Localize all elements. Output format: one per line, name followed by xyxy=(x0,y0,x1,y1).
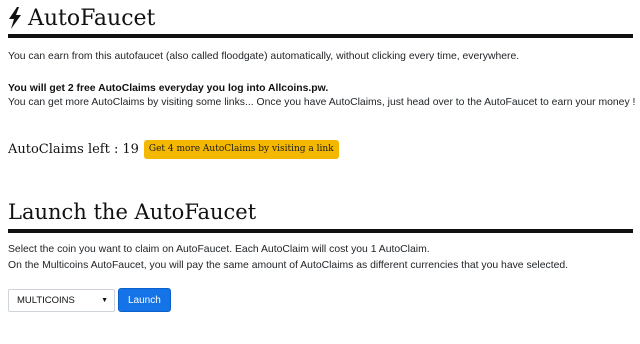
autoclaims-left-label: AutoClaims left : xyxy=(8,141,119,157)
section-divider xyxy=(8,229,633,233)
more-claims-text: You can get more AutoClaims by visiting … xyxy=(8,97,636,108)
instruction-text: Select the coin you want to claim on Aut… xyxy=(8,244,430,255)
coin-select[interactable]: MULTICOINS ▼ xyxy=(8,288,115,312)
autofaucet-heading: AutoFaucet xyxy=(8,2,155,34)
launch-button[interactable]: Launch xyxy=(118,288,171,312)
get-more-autoclaims-button[interactable]: Get 4 more AutoClaims by visiting a link xyxy=(143,139,339,159)
multicoins-note: On the Multicoins AutoFaucet, you will p… xyxy=(8,260,569,271)
page-title: AutoFaucet xyxy=(28,5,156,31)
launch-heading: Launch the AutoFaucet xyxy=(8,200,257,224)
bonus-text: You will get 2 free AutoClaims everyday … xyxy=(8,83,329,94)
section-divider xyxy=(8,34,633,38)
lightning-bolt-icon xyxy=(9,7,21,29)
launch-controls: MULTICOINS ▼ Launch xyxy=(8,288,171,312)
autoclaims-left-count: 19 xyxy=(122,141,139,157)
coin-select-value: MULTICOINS xyxy=(17,294,75,306)
autoclaims-row: AutoClaims left : 19 Get 4 more AutoClai… xyxy=(8,139,339,159)
description-text: You can earn from this autofaucet (also … xyxy=(8,51,520,62)
chevron-down-icon: ▼ xyxy=(101,296,108,304)
